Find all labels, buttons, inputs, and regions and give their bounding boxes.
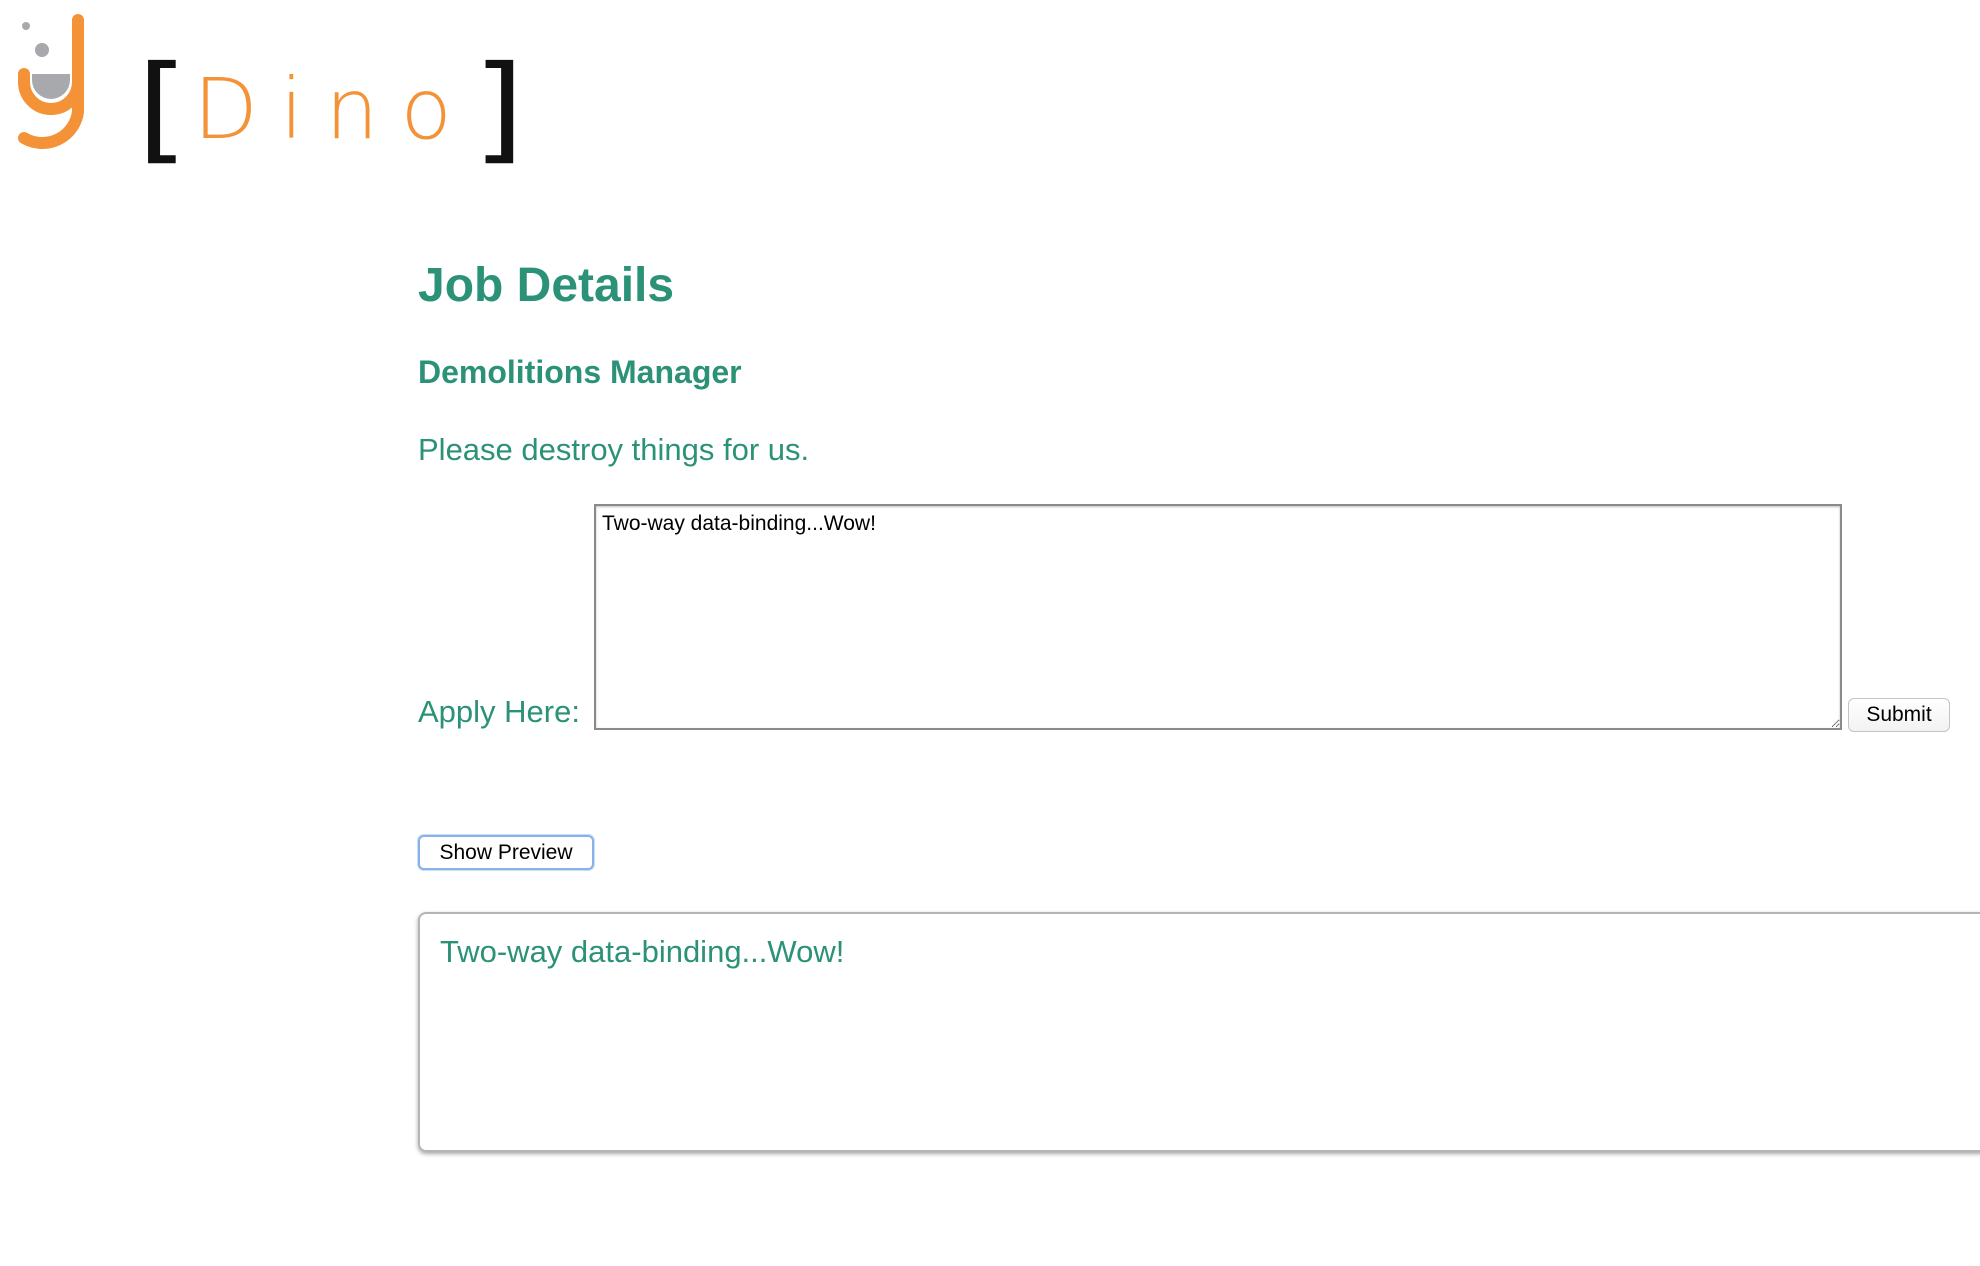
page-title: Job Details: [418, 259, 675, 312]
app-logo: [ Dino ]: [14, 14, 525, 184]
logo-bracket-open: [: [136, 41, 189, 176]
submit-button[interactable]: Submit: [1848, 698, 1950, 732]
page: [ Dino ] Job Details Demolitions Manager…: [0, 0, 1980, 1266]
logo-text: Dino: [193, 60, 474, 158]
apply-textarea[interactable]: Two-way data-binding...Wow!: [594, 504, 1842, 730]
preview-text: Two-way data-binding...Wow!: [440, 934, 845, 969]
logo-mark-icon: [18, 14, 84, 150]
job-title: Demolitions Manager: [418, 354, 742, 390]
preview-panel: Two-way data-binding...Wow!: [418, 912, 1980, 1152]
apply-label: Apply Here:: [418, 694, 580, 729]
show-preview-button[interactable]: Show Preview: [418, 835, 594, 870]
logo-bracket-close: ]: [472, 41, 525, 176]
job-description: Please destroy things for us.: [418, 432, 810, 467]
logo-wordmark: [ Dino ]: [136, 41, 525, 176]
